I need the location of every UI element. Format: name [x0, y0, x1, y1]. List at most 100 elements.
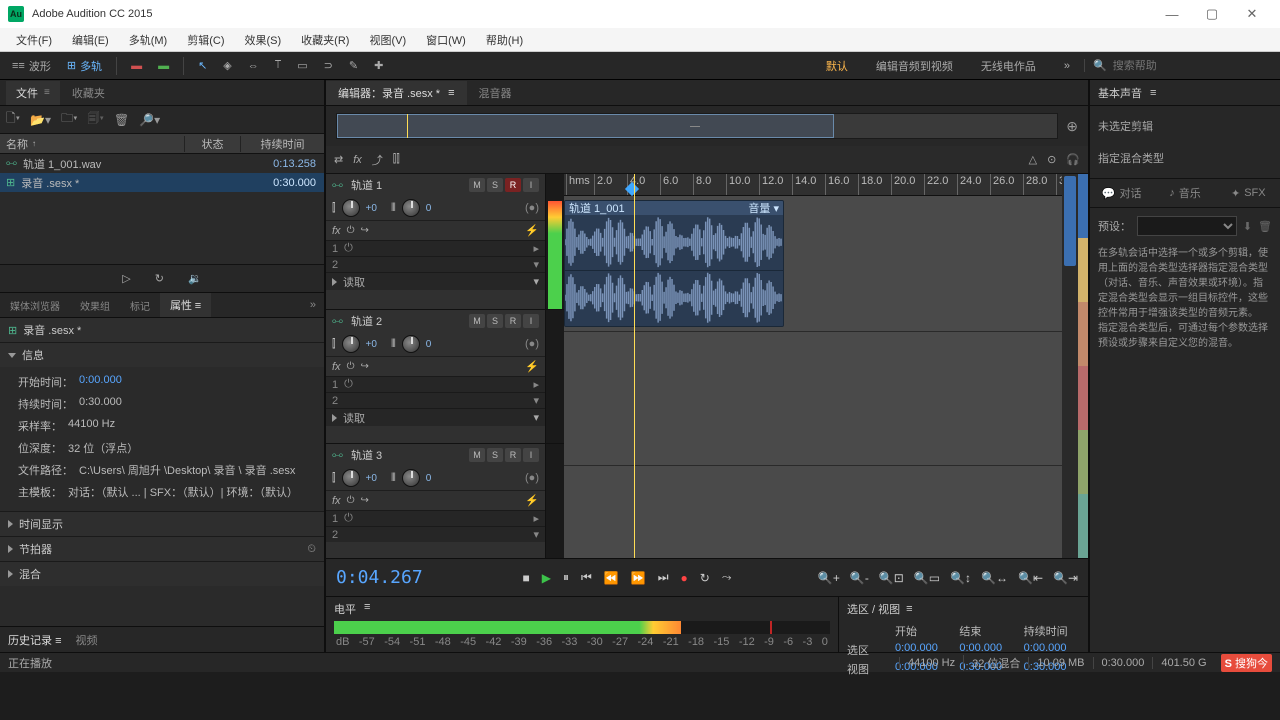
input-monitor-button[interactable]: I	[523, 178, 539, 192]
tab-history[interactable]: 历史记录 ≡	[8, 632, 61, 648]
tab-effects-rack[interactable]: 效果组	[70, 294, 120, 317]
mini-play-button[interactable]: ▷	[122, 272, 130, 285]
move-tool[interactable]: ↖	[192, 57, 213, 74]
tab-files[interactable]: 文件≡	[6, 81, 60, 105]
search-input[interactable]	[1113, 60, 1253, 72]
section-info[interactable]: 信息	[0, 342, 324, 367]
menu-edit[interactable]: 编辑(E)	[62, 32, 119, 48]
menu-effects[interactable]: 效果(S)	[235, 32, 292, 48]
time-ruler[interactable]: hms2.04.06.08.010.012.014.016.018.020.02…	[564, 174, 1062, 196]
loop-button[interactable]: ↻	[700, 571, 710, 585]
timeline[interactable]: hms2.04.06.08.010.012.014.016.018.020.02…	[564, 174, 1062, 558]
file-row[interactable]: ⧟轨道 1_001.wav 0:13.258	[0, 154, 324, 173]
waveform-view-button[interactable]: ≡≡ 波形	[6, 56, 57, 76]
preset-select[interactable]	[1137, 216, 1237, 236]
stop-button[interactable]: ■	[522, 571, 529, 585]
skip-button[interactable]: ⤳	[722, 570, 732, 585]
zoom-out-v[interactable]: 🔍↔	[981, 571, 1008, 585]
zoom-in-v[interactable]: 🔍↕	[950, 571, 971, 585]
send-button[interactable]: ⤴	[372, 152, 383, 168]
pan-knob[interactable]	[402, 335, 420, 353]
go-start-button[interactable]: ⏮	[581, 570, 592, 585]
monitor-button[interactable]: 🎧	[1066, 153, 1080, 166]
go-end-button[interactable]: ⏭	[658, 570, 669, 585]
menu-window[interactable]: 窗口(W)	[416, 32, 476, 48]
preset-delete-icon[interactable]: 🗑	[1258, 220, 1272, 233]
zoom-full[interactable]: 🔍⊡	[879, 571, 904, 585]
section-metronome[interactable]: 节拍器⏲	[0, 536, 324, 561]
audio-clip[interactable]: 轨道 1_001音量 ▾	[564, 200, 784, 327]
zoom-out-h[interactable]: 🔍-	[850, 571, 869, 585]
mute-button[interactable]: M	[469, 448, 485, 462]
menu-file[interactable]: 文件(F)	[6, 32, 62, 48]
play-button[interactable]: ▶	[542, 571, 551, 585]
new-file-button[interactable]: 🗋▾	[6, 109, 20, 130]
solo-button[interactable]: S	[487, 448, 503, 462]
open-file-button[interactable]: 📂▾	[30, 113, 51, 127]
close-file-button[interactable]: 🗐▾	[88, 109, 104, 130]
ripple-button[interactable]: ⊙	[1047, 153, 1056, 166]
minimize-button[interactable]: —	[1152, 7, 1192, 22]
preset-save-icon[interactable]: ⬇	[1243, 220, 1252, 233]
tool-flag-green[interactable]: ▬	[152, 58, 175, 74]
tab-mixer[interactable]: 混音器	[467, 81, 524, 105]
close-button[interactable]: ✕	[1232, 6, 1272, 22]
tabs-overflow[interactable]: »	[302, 299, 324, 311]
zoom-sel[interactable]: 🔍▭	[914, 571, 940, 585]
marquee-tool[interactable]: ▭	[291, 57, 313, 74]
menu-favorites[interactable]: 收藏夹(R)	[291, 32, 359, 48]
solo-button[interactable]: S	[487, 178, 503, 192]
tab-video[interactable]: 视频	[75, 632, 97, 648]
tab-editor[interactable]: 编辑器：录音 .sesx *≡	[326, 81, 467, 105]
record-button[interactable]: ●	[681, 571, 688, 585]
col-name[interactable]: 名称	[6, 136, 28, 152]
tab-favorites[interactable]: 收藏夹	[62, 81, 115, 105]
type-music-button[interactable]: ♪音乐	[1153, 179, 1216, 207]
zoom-out-end[interactable]: 🔍⇥	[1053, 571, 1078, 585]
workspace-video[interactable]: 编辑音频到视频	[862, 58, 967, 74]
pan-knob[interactable]	[402, 469, 420, 487]
timecode[interactable]: 0:04.267	[336, 567, 436, 588]
menu-multitrack[interactable]: 多轨(M)	[119, 32, 178, 48]
menu-help[interactable]: 帮助(H)	[476, 32, 533, 48]
mute-button[interactable]: M	[469, 314, 485, 328]
menu-view[interactable]: 视图(V)	[359, 32, 416, 48]
pan-knob[interactable]	[402, 199, 420, 217]
mini-loop-button[interactable]: ↻	[155, 272, 164, 285]
zoom-in-h[interactable]: 🔍+	[818, 571, 840, 585]
file-row[interactable]: ⊞录音 .sesx * 0:30.000	[0, 173, 324, 192]
workspace-more[interactable]: »	[1050, 60, 1084, 72]
mute-button[interactable]: M	[469, 178, 485, 192]
ime-indicator[interactable]: S 搜狗今	[1221, 654, 1272, 672]
workspace-radio[interactable]: 无线电作品	[967, 58, 1050, 74]
import-button[interactable]: 🗀▾	[61, 109, 77, 130]
pause-button[interactable]: ⏸	[563, 570, 569, 585]
snap-button[interactable]: △	[1029, 153, 1037, 166]
section-time[interactable]: 时间显示	[0, 511, 324, 536]
volume-knob[interactable]	[342, 469, 360, 487]
section-mix[interactable]: 混合	[0, 561, 324, 586]
arm-record-button[interactable]: R	[505, 448, 521, 462]
input-monitor-button[interactable]: I	[523, 448, 539, 462]
arm-record-button[interactable]: R	[505, 178, 521, 192]
type-sfx-button[interactable]: ✦SFX	[1217, 179, 1280, 207]
tool-flag-red[interactable]: ▬	[125, 58, 148, 74]
lasso-tool[interactable]: ⊃	[318, 57, 339, 74]
rewind-button[interactable]: ⏪	[604, 571, 619, 585]
col-duration[interactable]: 持续时间	[240, 136, 324, 152]
mini-autoplay-button[interactable]: 🔉	[188, 272, 202, 285]
arm-record-button[interactable]: R	[505, 314, 521, 328]
toggle-left-button[interactable]: ⇄	[334, 153, 343, 166]
volume-knob[interactable]	[342, 335, 360, 353]
col-status[interactable]: 状态	[184, 136, 240, 152]
slip-tool[interactable]: ⇔	[242, 58, 265, 74]
vertical-scrollbar[interactable]	[1062, 174, 1078, 558]
heal-tool[interactable]: ✚	[368, 57, 389, 74]
forward-button[interactable]: ⏩	[631, 571, 646, 585]
multitrack-view-button[interactable]: ⊞ 多轨	[61, 56, 108, 76]
menu-clip[interactable]: 剪辑(C)	[177, 32, 234, 48]
start-time-value[interactable]: 0:00.000	[79, 374, 122, 390]
eq-button[interactable]: ⫿⫿	[393, 153, 400, 166]
volume-knob[interactable]	[342, 199, 360, 217]
type-dialogue-button[interactable]: 💬对话	[1090, 179, 1153, 207]
